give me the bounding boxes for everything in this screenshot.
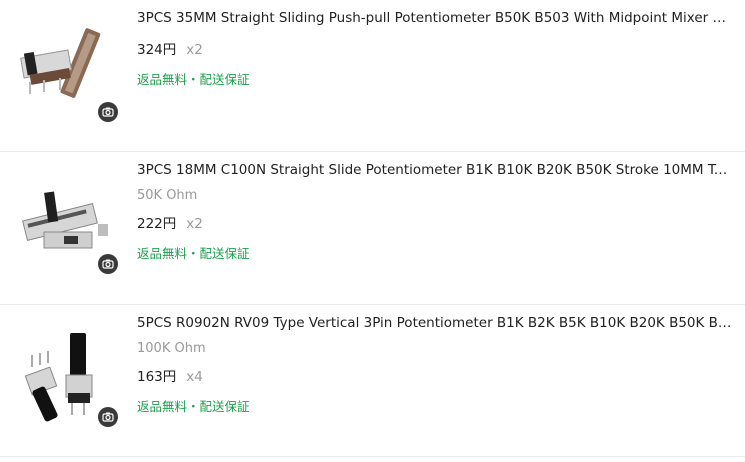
product-title[interactable]: 3PCS 35MM Straight Sliding Push-pull Pot…	[137, 8, 733, 28]
quantity: x4	[186, 369, 203, 385]
camera-icon[interactable]	[98, 254, 118, 274]
camera-icon[interactable]	[98, 407, 118, 427]
price: 163円	[137, 369, 177, 385]
list-item[interactable]: 3PCS 35MM Straight Sliding Push-pull Pot…	[0, 0, 745, 152]
perks-label: 返品無料・配送保証	[137, 246, 250, 261]
variant-label: 100K Ohm	[137, 341, 206, 356]
perks-label: 返品無料・配送保証	[137, 72, 250, 87]
quantity: x2	[186, 42, 203, 58]
price: 324円	[137, 42, 177, 58]
order-item-list: 3PCS 35MM Straight Sliding Push-pull Pot…	[0, 0, 745, 457]
price-row: 324円 x2	[137, 41, 737, 59]
camera-icon[interactable]	[98, 102, 118, 122]
perks-label: 返品無料・配送保証	[137, 399, 250, 414]
price-row: 222円 x2	[137, 215, 737, 233]
list-item[interactable]: 3PCS 18MM C100N Straight Slide Potentiom…	[0, 152, 745, 305]
price: 222円	[137, 216, 177, 232]
price-row: 163円 x4	[137, 368, 737, 386]
product-title[interactable]: 3PCS 18MM C100N Straight Slide Potentiom…	[137, 160, 733, 180]
quantity: x2	[186, 216, 203, 232]
product-title[interactable]: 5PCS R0902N RV09 Type Vertical 3Pin Pote…	[137, 313, 733, 333]
list-item[interactable]: 5PCS R0902N RV09 Type Vertical 3Pin Pote…	[0, 305, 745, 457]
variant-label: 50K Ohm	[137, 188, 198, 203]
